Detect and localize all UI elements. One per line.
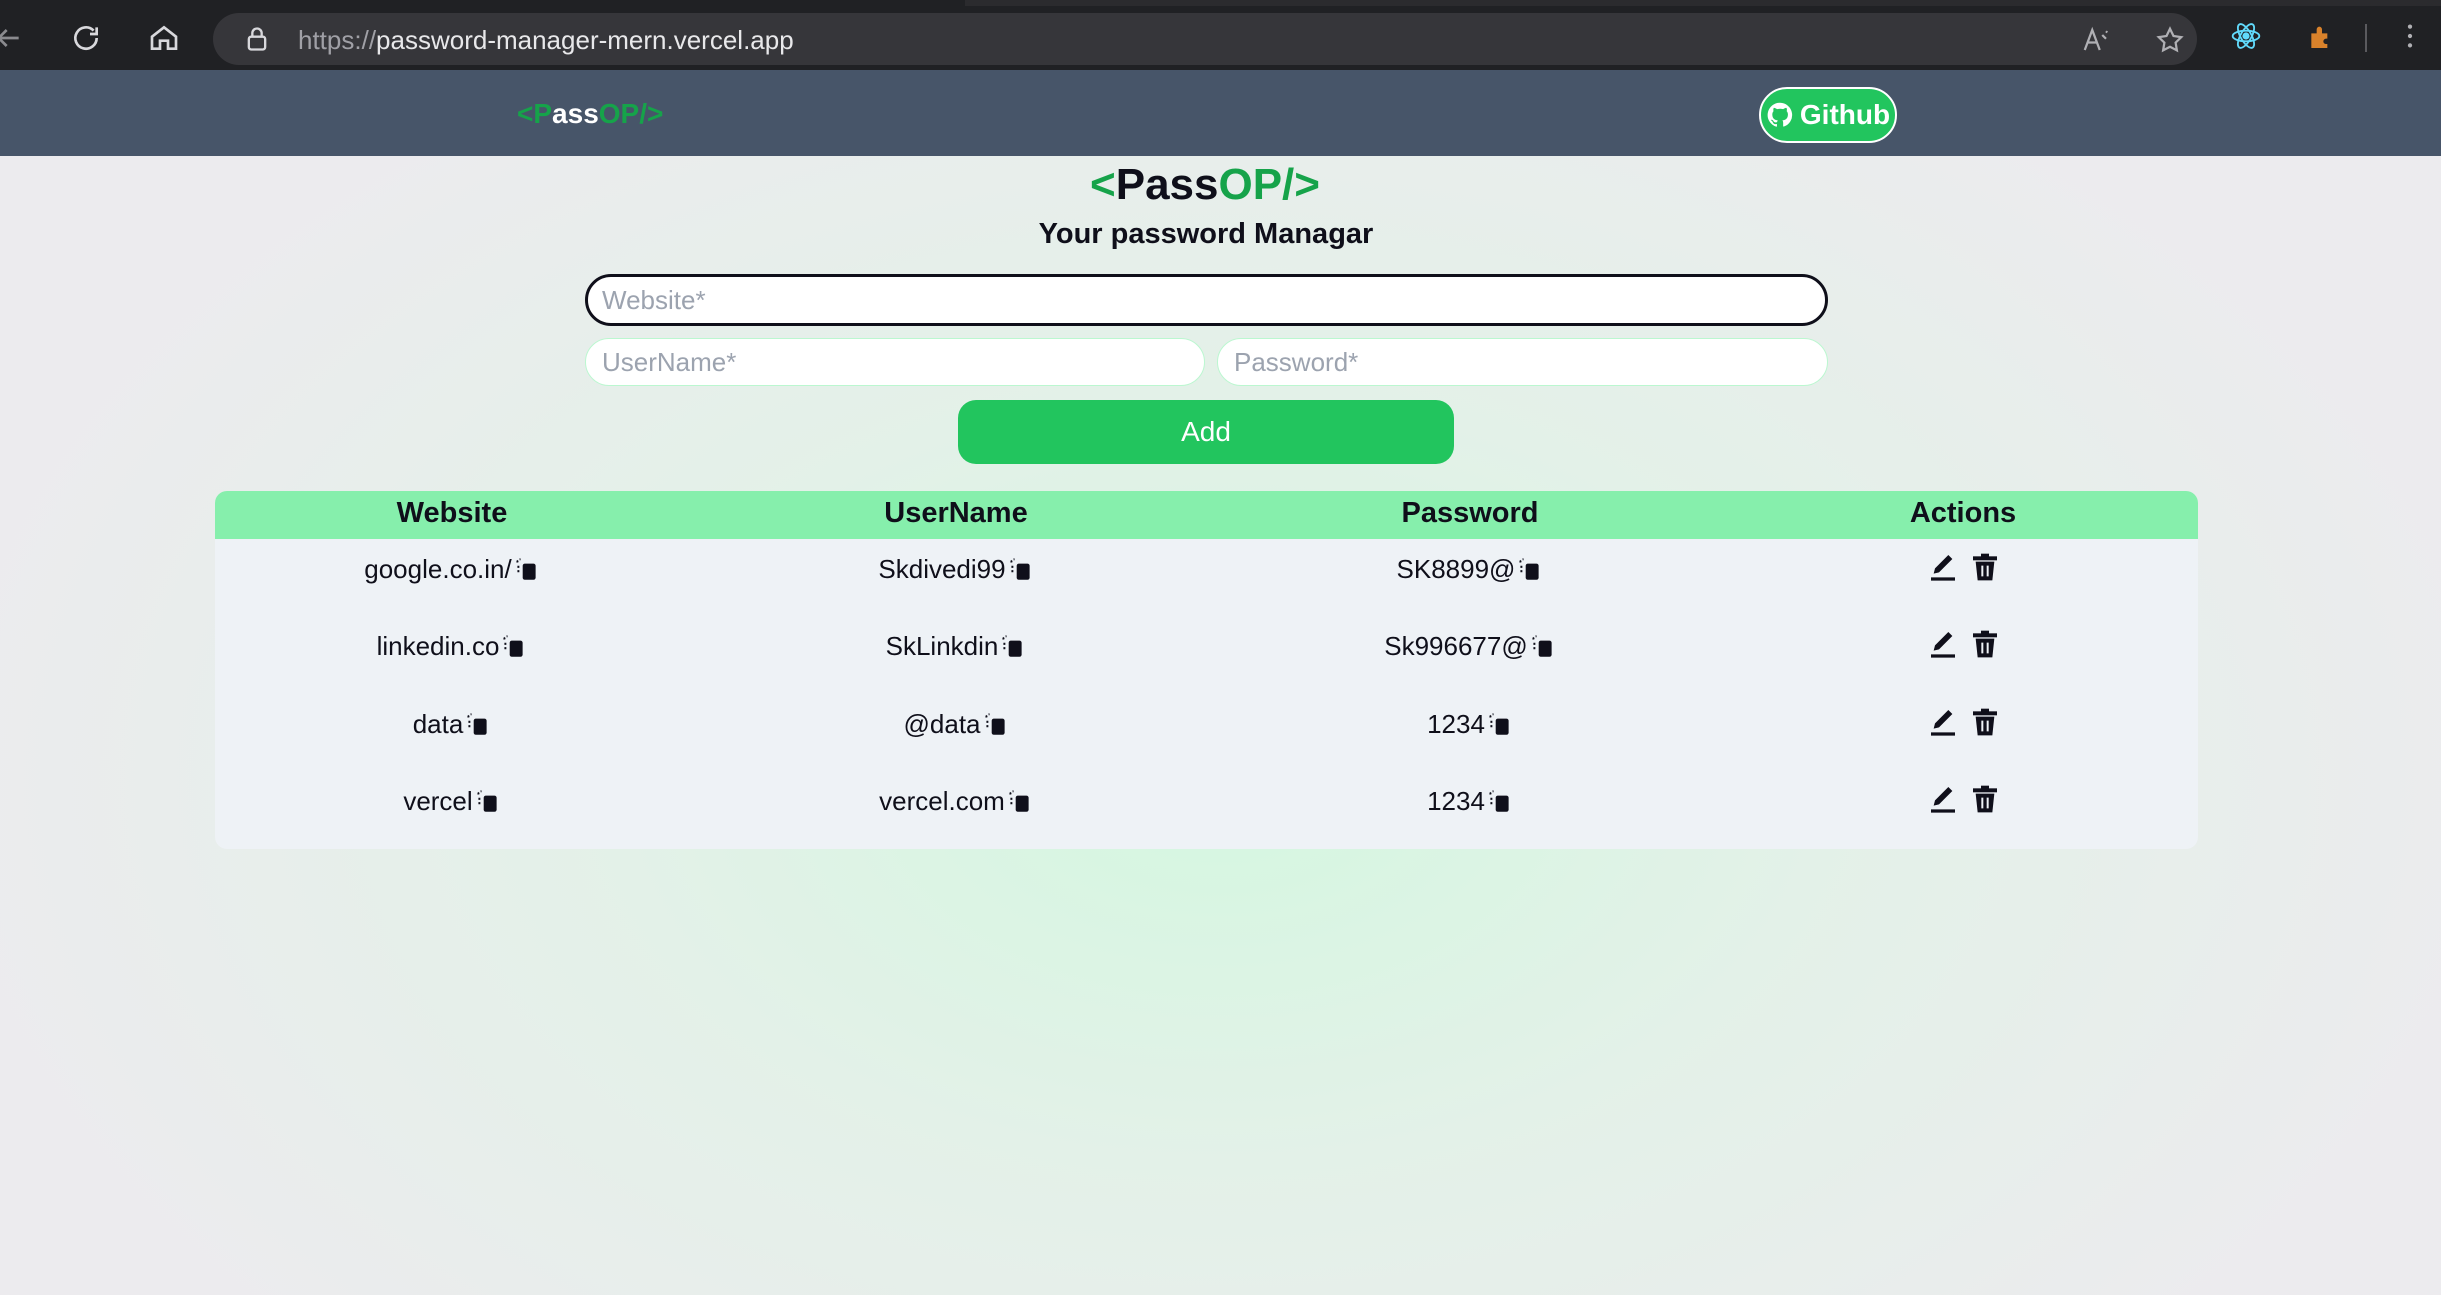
url-host: password-manager-mern.vercel.app: [376, 25, 794, 55]
extension-icon[interactable]: [2306, 20, 2338, 52]
copy-icon[interactable]: [1487, 710, 1513, 738]
more-menu-icon[interactable]: [2394, 20, 2426, 52]
brand-pass: Pass: [1115, 160, 1219, 209]
username-cell-text: SkLinkdin: [885, 630, 999, 661]
website-cell: vercel: [215, 785, 702, 817]
url-protocol: https://: [298, 25, 377, 55]
website-cell: linkedin.co: [215, 630, 702, 662]
copy-icon[interactable]: [1000, 632, 1026, 660]
copy-icon[interactable]: [465, 710, 491, 738]
website-input[interactable]: [585, 274, 1828, 326]
copy-icon[interactable]: [475, 787, 501, 815]
website-cell: google.co.in/: [215, 553, 702, 585]
header-username: UserName: [884, 497, 1028, 529]
username-cell: SkLinkdin: [706, 630, 1206, 662]
username-input[interactable]: [585, 338, 1205, 386]
username-cell: @data: [706, 708, 1206, 740]
password-cell: SK8899@: [1220, 553, 1720, 585]
website-cell-text: linkedin.co: [376, 630, 500, 661]
website-cell-text: google.co.in/: [364, 553, 512, 584]
app-navbar: <PassOP/>: [0, 70, 2441, 156]
header-website: Website: [396, 497, 508, 529]
add-button[interactable]: Add: [958, 400, 1454, 464]
logo-p: P: [533, 98, 553, 129]
logo-bracket: <: [517, 98, 534, 129]
address-bar[interactable]: https://password-manager-mern.vercel.app: [213, 13, 2197, 65]
reload-icon[interactable]: [66, 18, 106, 58]
username-cell: Skdivedi99: [706, 553, 1206, 585]
copy-icon[interactable]: [1008, 555, 1034, 583]
back-icon[interactable]: [0, 18, 28, 58]
logo-op: OP/>: [598, 98, 664, 129]
url-text[interactable]: https://password-manager-mern.vercel.app: [298, 25, 794, 56]
favorite-star-icon[interactable]: [2155, 25, 2185, 55]
table-header: Website UserName Password Actions: [215, 491, 2198, 539]
delete-icon[interactable]: [1969, 551, 2001, 583]
lock-icon[interactable]: [243, 25, 271, 53]
github-button[interactable]: Github: [1759, 87, 1897, 143]
copy-icon[interactable]: [983, 710, 1009, 738]
github-icon: [1767, 102, 1793, 127]
page-subtitle: Your password Managar: [1038, 218, 1374, 250]
brand-bracket: <: [1090, 160, 1116, 209]
username-cell-text: Skdivedi99: [878, 553, 1006, 584]
page-title: <PassOP/>: [0, 160, 2410, 210]
navbar-logo[interactable]: <PassOP/>: [517, 98, 663, 130]
react-devtools-icon[interactable]: [2230, 20, 2262, 52]
password-cell-text: 1234: [1427, 708, 1485, 739]
header-password: Password: [1401, 497, 1539, 529]
edit-icon[interactable]: [1927, 628, 1959, 660]
password-cell: Sk996677@: [1220, 630, 1720, 662]
brand-op: OP/>: [1218, 160, 1320, 209]
password-cell-text: SK8899@: [1396, 553, 1516, 584]
website-cell: data: [215, 708, 702, 740]
password-table: Website UserName Password Actions google…: [215, 491, 2198, 849]
copy-icon[interactable]: [1530, 632, 1556, 660]
delete-icon[interactable]: [1969, 783, 2001, 815]
password-cell-text: Sk996677@: [1384, 630, 1528, 661]
toolbar-divider: [2365, 24, 2367, 52]
edit-icon[interactable]: [1927, 783, 1959, 815]
username-cell-text: vercel.com: [879, 785, 1005, 816]
active-tab[interactable]: [0, 0, 965, 6]
browser-toolbar: https://password-manager-mern.vercel.app: [0, 0, 2441, 70]
copy-icon[interactable]: [1007, 787, 1033, 815]
copy-icon[interactable]: [1487, 787, 1513, 815]
copy-icon[interactable]: [514, 555, 540, 583]
password-cell: 1234: [1220, 785, 1720, 817]
copy-icon[interactable]: [1517, 555, 1543, 583]
copy-icon[interactable]: [501, 632, 527, 660]
tab-strip: [0, 0, 2441, 6]
delete-icon[interactable]: [1969, 628, 2001, 660]
edit-icon[interactable]: [1927, 551, 1959, 583]
home-icon[interactable]: [144, 18, 184, 58]
password-cell-text: 1234: [1427, 785, 1485, 816]
github-label: Github: [1799, 99, 1891, 130]
password-cell: 1234: [1220, 708, 1720, 740]
username-cell-text: @data: [903, 708, 981, 739]
delete-icon[interactable]: [1969, 706, 2001, 738]
read-aloud-icon[interactable]: [2081, 25, 2111, 55]
header-actions: Actions: [1909, 497, 2017, 529]
website-cell-text: vercel: [403, 785, 473, 816]
website-cell-text: data: [412, 708, 464, 739]
logo-ass: ass: [552, 98, 599, 129]
edit-icon[interactable]: [1927, 706, 1959, 738]
username-cell: vercel.com: [706, 785, 1206, 817]
password-input[interactable]: [1217, 338, 1828, 386]
